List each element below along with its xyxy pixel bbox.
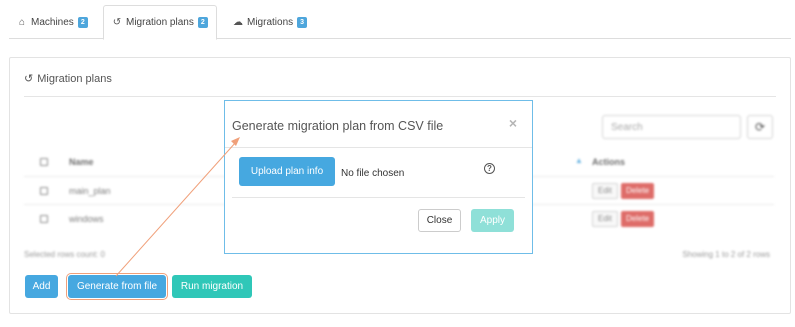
nav-tabs: ⌂ Machines 2 ↺ Migration plans 2 ☁ Migra… [9,5,791,40]
count-badge: 2 [77,16,88,28]
plan-name: main_plan [69,186,111,196]
close-button[interactable]: Close [418,209,461,232]
file-status: No file chosen [341,168,405,179]
upload-plan-button[interactable]: Upload plan info [239,157,335,186]
generate-from-file-button[interactable]: Generate from file [68,275,166,298]
delete-button[interactable]: Delete [621,183,655,199]
divider [232,197,525,198]
help-icon[interactable]: ? [484,163,495,174]
selected-rows-count: Selected rows count: 0 [24,250,105,259]
history-icon: ↺ [112,17,122,28]
edit-button[interactable]: Edit [592,183,618,199]
tab-label: Migration plans [126,17,194,28]
count-badge: 3 [297,16,308,28]
tab-label: Machines [31,16,74,28]
divider [225,147,532,148]
pagination-info: Showing 1 to 2 of 2 rows [682,250,770,259]
edit-button[interactable]: Edit [592,211,618,227]
count-badge: 2 [197,17,208,28]
close-icon[interactable]: × [509,115,517,131]
panel-title-text: Migration plans [37,72,112,85]
add-button[interactable]: Add [25,275,58,298]
row-checkbox[interactable] [40,187,48,195]
column-header-name[interactable]: Name [69,157,94,167]
history-icon: ↺ [24,73,34,85]
sort-arrow-icon: ▲ [575,156,583,165]
refresh-icon: ⟳ [754,120,766,134]
plan-name: windows [69,214,104,224]
tab-migrations[interactable]: ☁ Migrations 3 [225,5,315,39]
row-checkbox[interactable] [40,215,48,223]
modal-title: Generate migration plan from CSV file [232,119,444,133]
home-icon: ⌂ [18,16,26,28]
apply-button[interactable]: Apply [471,209,514,232]
divider [24,96,776,97]
run-migration-button[interactable]: Run migration [172,275,252,298]
tab-label: Migrations [247,16,294,28]
select-all-checkbox[interactable] [40,158,48,166]
cloud-icon: ☁ [233,16,243,28]
column-header-actions: Actions [592,157,626,167]
tab-migration-plans[interactable]: ↺ Migration plans 2 [103,5,217,40]
refresh-button[interactable]: ⟳ [747,115,773,139]
tab-machines[interactable]: ⌂ Machines 2 [9,5,96,39]
panel-title: ↺ Migration plans [24,72,112,86]
delete-button[interactable]: Delete [621,211,655,227]
generate-plan-modal: Generate migration plan from CSV file × … [224,100,533,254]
search-input[interactable]: Search [602,115,741,139]
